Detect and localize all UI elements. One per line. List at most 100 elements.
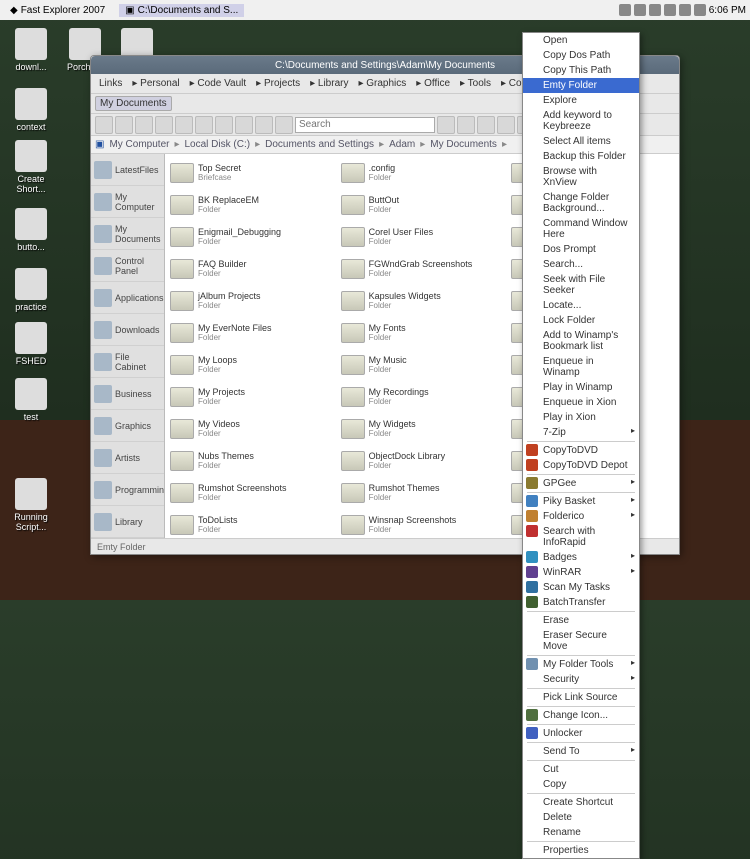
file-item[interactable]: Rumshot ThemesFolder	[340, 478, 505, 508]
context-menu-item[interactable]: Security	[523, 672, 639, 687]
file-item[interactable]: Winsnap ScreenshotsFolder	[340, 510, 505, 538]
sidebar-item[interactable]: Graphics	[91, 410, 164, 442]
sidebar-item[interactable]: LatestFiles	[91, 154, 164, 186]
context-menu-item[interactable]: Delete	[523, 810, 639, 825]
sidebar-item[interactable]: Artists	[91, 442, 164, 474]
context-menu-item[interactable]: Dos Prompt	[523, 242, 639, 257]
context-menu-item[interactable]: Select All items	[523, 134, 639, 149]
context-menu-item[interactable]: Play in Xion	[523, 410, 639, 425]
tray-icon[interactable]	[634, 4, 646, 16]
toolbar-button[interactable]	[155, 116, 173, 134]
sidebar-item[interactable]: Library	[91, 506, 164, 538]
context-menu-item[interactable]: 7-Zip	[523, 425, 639, 440]
file-item[interactable]: My WidgetsFolder	[340, 414, 505, 444]
tray-icon[interactable]	[679, 4, 691, 16]
file-item[interactable]: .configFolder	[340, 158, 505, 188]
sidebar-item[interactable]: File Cabinet	[91, 346, 164, 378]
context-menu-item[interactable]: Seek with File Seeker	[523, 272, 639, 298]
context-menu-item[interactable]: Scan My Tasks	[523, 580, 639, 595]
context-menu-item[interactable]: Change Folder Background...	[523, 190, 639, 216]
file-item[interactable]: Nubs ThemesFolder	[169, 446, 334, 476]
desktop-icon[interactable]: butto...	[6, 208, 56, 252]
file-item[interactable]: ToDoListsFolder	[169, 510, 334, 538]
context-menu-item[interactable]: Send To	[523, 744, 639, 759]
context-menu-item[interactable]: Search with InfoRapid	[523, 524, 639, 550]
breadcrumb-item[interactable]: My Documents	[427, 139, 500, 150]
tray-icon[interactable]	[664, 4, 676, 16]
file-item[interactable]: My RecordingsFolder	[340, 382, 505, 412]
file-item[interactable]: Top SecretBriefcase	[169, 158, 334, 188]
context-menu-item[interactable]: Piky Basket	[523, 494, 639, 509]
context-menu-item[interactable]: Badges	[523, 550, 639, 565]
file-item[interactable]: My LoopsFolder	[169, 350, 334, 380]
toolbar-button[interactable]	[195, 116, 213, 134]
context-menu-item[interactable]: Unlocker	[523, 726, 639, 741]
search-input[interactable]	[295, 117, 435, 133]
breadcrumb-item[interactable]: Adam	[386, 139, 418, 150]
toolbar-button[interactable]	[497, 116, 515, 134]
context-menu-item[interactable]: Erase	[523, 613, 639, 628]
tray-icon[interactable]	[694, 4, 706, 16]
sidebar-item[interactable]: Downloads	[91, 314, 164, 346]
file-item[interactable]: BK ReplaceEMFolder	[169, 190, 334, 220]
tray-icon[interactable]	[619, 4, 631, 16]
context-menu-item[interactable]: Play in Winamp	[523, 380, 639, 395]
toolbar-button[interactable]	[215, 116, 233, 134]
context-menu-item[interactable]: GPGee	[523, 476, 639, 491]
context-menu-item[interactable]: Folderico	[523, 509, 639, 524]
context-menu-item[interactable]: CopyToDVD	[523, 443, 639, 458]
sidebar-item[interactable]: My Computer	[91, 186, 164, 218]
context-menu-item[interactable]: Copy This Path	[523, 63, 639, 78]
sidebar-item[interactable]: Programming	[91, 474, 164, 506]
file-item[interactable]: FGWndGrab ScreenshotsFolder	[340, 254, 505, 284]
context-menu-item[interactable]: Pick Link Source	[523, 690, 639, 705]
up-button[interactable]	[135, 116, 153, 134]
context-menu-item[interactable]: Copy Dos Path	[523, 48, 639, 63]
links-bar-item[interactable]: ▸ Tools	[456, 77, 495, 90]
links-bar-item[interactable]: ▸ Library	[306, 77, 352, 90]
context-menu-item[interactable]: Eraser Secure Move	[523, 628, 639, 654]
links-bar-item[interactable]: ▸ Personal	[128, 77, 183, 90]
context-menu-item[interactable]: Search...	[523, 257, 639, 272]
back-button[interactable]	[95, 116, 113, 134]
desktop-icon[interactable]: FSHED	[6, 322, 56, 366]
context-menu-item[interactable]: CopyToDVD Depot	[523, 458, 639, 473]
file-item[interactable]: Enigmail_DebuggingFolder	[169, 222, 334, 252]
sidebar-item[interactable]: Business	[91, 378, 164, 410]
context-menu-item[interactable]: Change Icon...	[523, 708, 639, 723]
links-bar-item[interactable]: ▸ Code Vault	[186, 77, 251, 90]
sidebar-item[interactable]: Applications	[91, 282, 164, 314]
context-menu-item[interactable]: Enqueue in Xion	[523, 395, 639, 410]
context-menu-item[interactable]: Rename	[523, 825, 639, 840]
file-item[interactable]: jAlbum ProjectsFolder	[169, 286, 334, 316]
desktop-icon[interactable]: test	[6, 378, 56, 422]
toolbar-button[interactable]	[477, 116, 495, 134]
toolbar-button[interactable]	[175, 116, 193, 134]
file-item[interactable]: My VideosFolder	[169, 414, 334, 444]
breadcrumb-item[interactable]: My Computer	[106, 139, 172, 150]
file-item[interactable]: My ProjectsFolder	[169, 382, 334, 412]
context-menu-item[interactable]: Backup this Folder	[523, 149, 639, 164]
links-bar-item[interactable]: ▸ Projects	[252, 77, 304, 90]
document-tab[interactable]: My Documents	[95, 96, 172, 111]
file-item[interactable]: My EverNote FilesFolder	[169, 318, 334, 348]
desktop-icon[interactable]: downl...	[6, 28, 56, 72]
toolbar-button[interactable]	[457, 116, 475, 134]
sidebar-item[interactable]: Control Panel	[91, 250, 164, 282]
file-item[interactable]: ObjectDock LibraryFolder	[340, 446, 505, 476]
sidebar-item[interactable]: My Documents	[91, 218, 164, 250]
taskbar-tab[interactable]: ◆ Fast Explorer 2007	[4, 4, 111, 17]
taskbar-tab[interactable]: ▣ C:\Documents and S...	[119, 4, 244, 17]
context-menu-item[interactable]: Add to Winamp's Bookmark list	[523, 328, 639, 354]
links-bar-item[interactable]: ▸ Office	[412, 77, 454, 90]
links-bar-item[interactable]: ▸ Graphics	[354, 77, 410, 90]
desktop-icon[interactable]: practice	[6, 268, 56, 312]
desktop-icon[interactable]: Create Short...	[6, 140, 56, 194]
context-menu-item[interactable]: Add keyword to Keybreeze	[523, 108, 639, 134]
context-menu-item[interactable]: My Folder Tools	[523, 657, 639, 672]
file-item[interactable]: My FontsFolder	[340, 318, 505, 348]
file-item[interactable]: Rumshot ScreenshotsFolder	[169, 478, 334, 508]
toolbar-button[interactable]	[437, 116, 455, 134]
breadcrumb-item[interactable]: Local Disk (C:)	[182, 139, 254, 150]
context-menu-item[interactable]: Properties	[523, 843, 639, 858]
